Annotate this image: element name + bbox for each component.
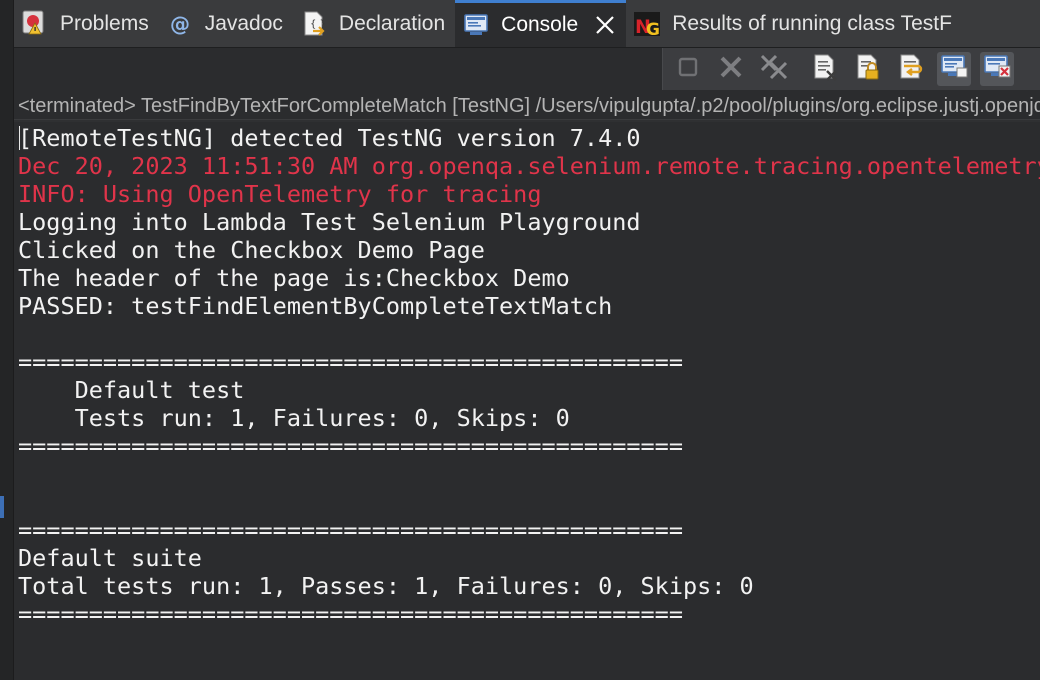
console-line: The header of the page is:Checkbox Demo (18, 264, 570, 292)
tab-problems[interactable]: Problems (14, 0, 159, 47)
console-line: ========================================… (18, 432, 683, 460)
remove-all-terminated-button[interactable] (757, 52, 791, 86)
left-gutter (0, 0, 14, 680)
console-line: Default suite (18, 544, 202, 572)
console-line: ========================================… (18, 516, 683, 544)
word-wrap-icon (896, 52, 926, 87)
console-line: PASSED: testFindElementByCompleteTextMat… (18, 292, 613, 320)
scroll-lock-icon (853, 52, 883, 87)
console-icon (461, 10, 491, 40)
console-line: Logging into Lambda Test Selenium Playgr… (18, 208, 641, 236)
console-line: ========================================… (18, 348, 683, 376)
terminate-button[interactable] (671, 52, 705, 86)
process-description: <terminated> TestFindByTextForCompleteMa… (14, 92, 1040, 120)
console-toolbar (662, 48, 1040, 90)
remove-all-terminated-icon (759, 52, 789, 87)
tab-label: Declaration (338, 11, 446, 35)
console-line: ========================================… (18, 600, 683, 628)
console-line: Clicked on the Checkbox Demo Page (18, 236, 485, 264)
console-line: Default test (18, 376, 245, 404)
show-console-on-error-icon (982, 52, 1012, 87)
svg-text:@: @ (170, 12, 190, 36)
scroll-lock-button[interactable] (851, 52, 885, 86)
tab-javadoc[interactable]: @ Javadoc (159, 0, 293, 47)
word-wrap-button[interactable] (894, 52, 928, 86)
gutter-marker (0, 496, 4, 518)
console-view: Problems @ Javadoc { } Declaration Conso… (0, 0, 1040, 680)
svg-text:{ }: { } (310, 19, 326, 30)
show-console-on-error-button[interactable] (980, 52, 1014, 86)
close-icon[interactable] (592, 12, 618, 38)
svg-text:G: G (646, 20, 660, 39)
console-output[interactable]: [RemoteTestNG] detected TestNG version 7… (14, 122, 1040, 680)
terminate-icon (675, 54, 701, 85)
declaration-icon: { } (299, 9, 329, 39)
tab-label: Problems (60, 11, 149, 35)
clear-console-button[interactable] (808, 52, 842, 86)
console-toolbar-row (14, 48, 1040, 92)
tab-declaration[interactable]: { } Declaration (293, 0, 455, 47)
show-console-on-output-icon (939, 52, 969, 87)
tab-label: Console (501, 13, 579, 36)
console-line: [RemoteTestNG] detected TestNG version 7… (18, 124, 641, 152)
problems-icon (20, 9, 50, 39)
view-tab-bar: Problems @ Javadoc { } Declaration Conso… (14, 0, 1040, 48)
console-error-line: Dec 20, 2023 11:51:30 AM org.openqa.sele… (18, 152, 1040, 180)
javadoc-icon: @ (165, 9, 195, 39)
remove-launch-icon (717, 53, 745, 86)
console-line: Total tests run: 1, Passes: 1, Failures:… (18, 572, 754, 600)
console-line: Tests run: 1, Failures: 0, Skips: 0 (18, 404, 570, 432)
clear-console-icon (810, 52, 840, 87)
testng-icon: N G (632, 9, 662, 39)
tab-console[interactable]: Console (455, 0, 627, 47)
remove-launch-button[interactable] (714, 52, 748, 86)
tab-testng-results[interactable]: N G Results of running class TestF (626, 0, 962, 47)
console-error-line: INFO: Using OpenTelemetry for tracing (18, 180, 542, 208)
tab-label: Results of running class TestF (672, 11, 952, 35)
tab-label: Javadoc (204, 11, 283, 35)
show-console-on-output-button[interactable] (937, 52, 971, 86)
